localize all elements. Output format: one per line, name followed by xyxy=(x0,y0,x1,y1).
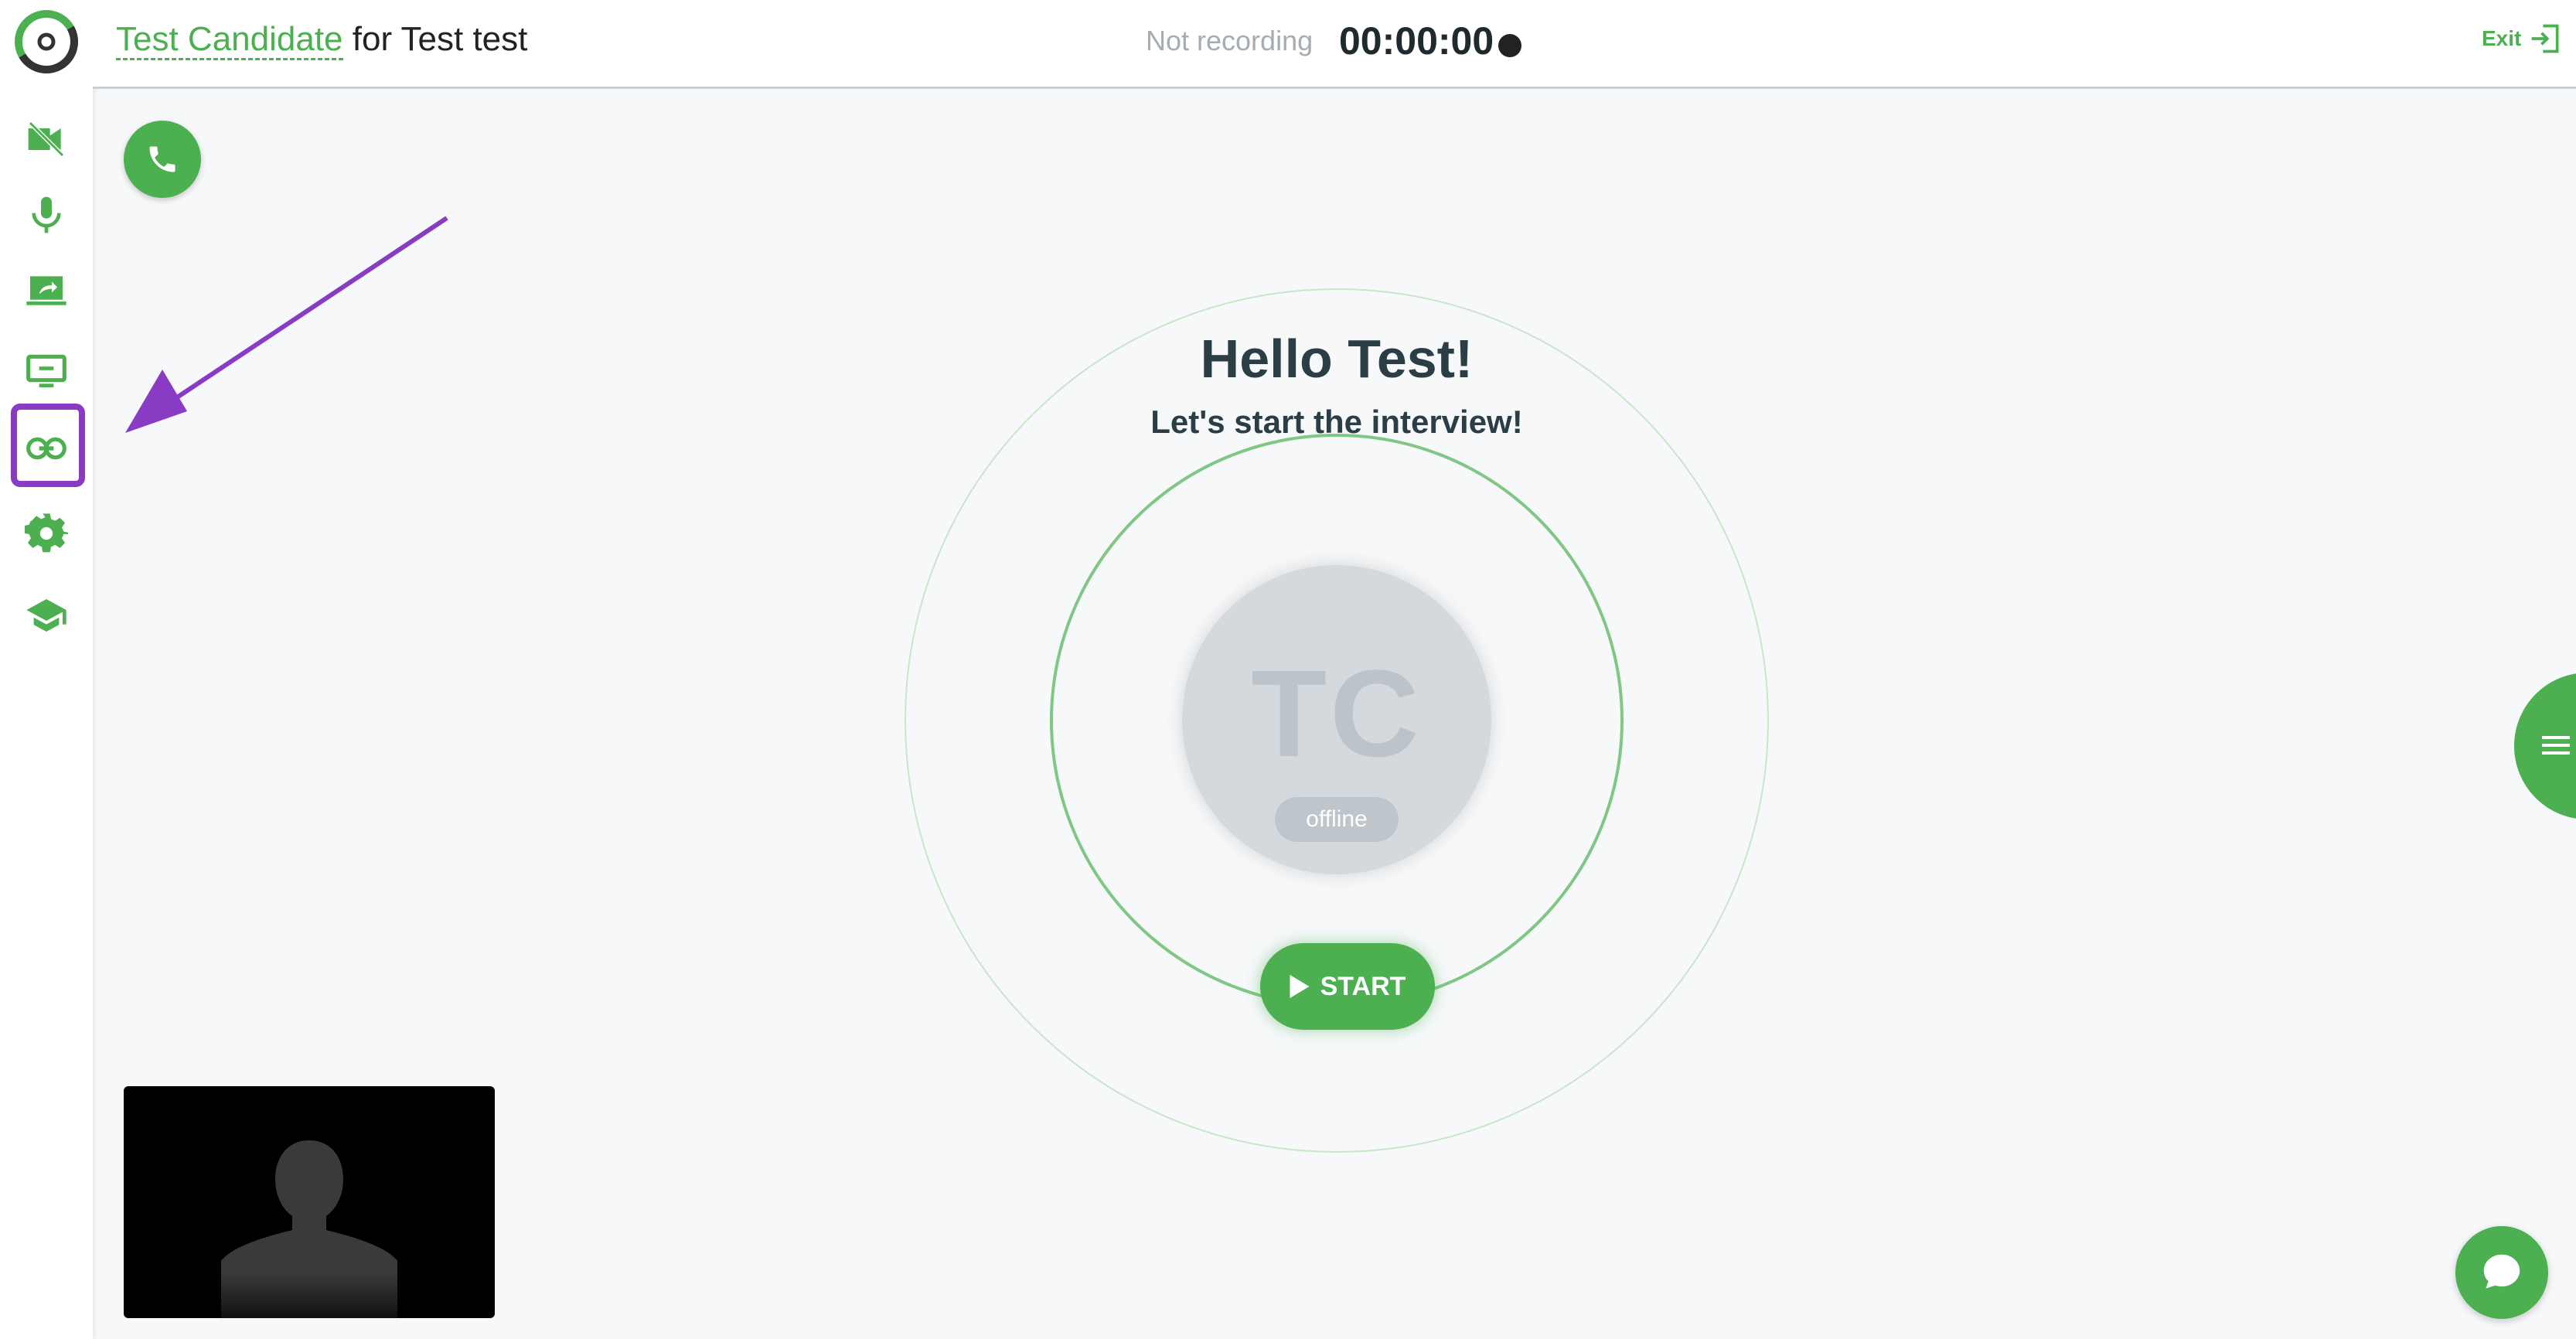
exit-button[interactable]: Exit xyxy=(2482,22,2563,56)
recording-status: Not recording xyxy=(1146,25,1314,56)
annotation-arrow xyxy=(125,216,448,433)
exit-label: Exit xyxy=(2482,26,2522,50)
app-logo-icon[interactable] xyxy=(14,9,79,74)
chat-bubble-icon xyxy=(2483,1254,2520,1289)
greeting-heading: Hello Test! xyxy=(1200,329,1474,389)
person-silhouette-icon xyxy=(221,1140,397,1318)
title-suffix: for Test test xyxy=(342,20,528,58)
recording-timer: 00:00:00 xyxy=(1339,19,1494,63)
greeting-subtitle: Let's start the interview! xyxy=(1150,404,1523,440)
phone-icon xyxy=(149,146,175,172)
presentation-icon[interactable] xyxy=(20,345,73,397)
chat-button[interactable] xyxy=(2455,1226,2548,1319)
start-button[interactable]: START xyxy=(1260,943,1435,1030)
microphone-icon[interactable] xyxy=(20,189,73,241)
gear-icon[interactable] xyxy=(20,507,73,560)
avatar-initials: TC xyxy=(1251,644,1423,782)
call-button[interactable] xyxy=(124,121,201,198)
screen-share-icon[interactable] xyxy=(20,264,73,317)
status-badge: offline xyxy=(1275,797,1399,842)
hamburger-menu-icon xyxy=(2542,736,2570,755)
page-title: Test Candidate for Test test xyxy=(116,20,528,60)
candidate-name-link[interactable]: Test Candidate xyxy=(116,20,343,60)
link-icon[interactable] xyxy=(20,422,73,475)
camera-off-icon[interactable] xyxy=(20,113,73,165)
self-video-preview[interactable] xyxy=(124,1086,495,1318)
play-icon xyxy=(1290,975,1310,998)
side-menu-button[interactable] xyxy=(2514,673,2576,819)
header-bar: Test Candidate for Test test Not recordi… xyxy=(93,0,2576,89)
record-indicator-icon xyxy=(1498,34,1521,57)
sidebar xyxy=(0,0,93,1339)
exit-icon xyxy=(2532,24,2559,53)
start-label: START xyxy=(1320,971,1406,1001)
graduation-cap-icon[interactable] xyxy=(20,589,73,642)
participant-avatar: TC offline xyxy=(1182,565,1491,874)
